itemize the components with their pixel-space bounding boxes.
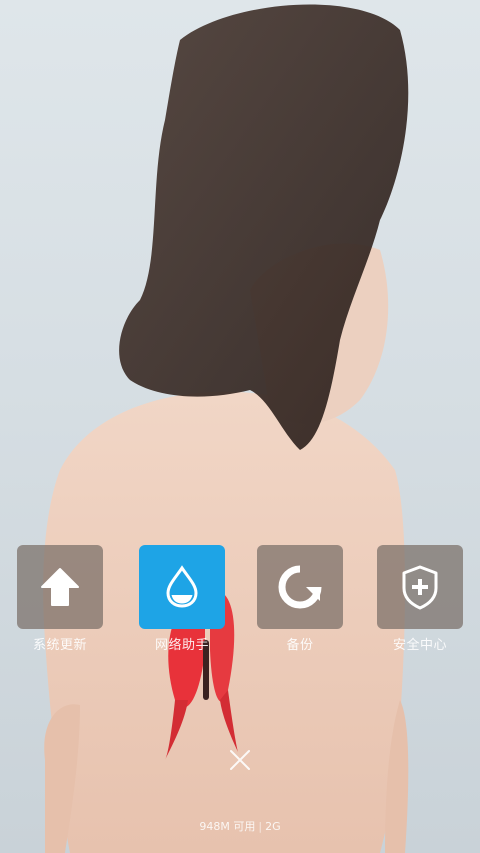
system-update-label: 系统更新 bbox=[32, 638, 87, 653]
system-update-button[interactable] bbox=[17, 545, 103, 629]
wallpaper bbox=[0, 0, 480, 853]
close-button[interactable] bbox=[226, 748, 254, 776]
security-center-label: 安全中心 bbox=[392, 638, 447, 653]
backup-button[interactable] bbox=[257, 545, 343, 629]
water-drop-icon bbox=[164, 565, 200, 609]
backup-label: 备份 bbox=[286, 638, 314, 653]
network-assistant-label: 网络助手 bbox=[154, 638, 209, 653]
network-assistant-button[interactable] bbox=[139, 545, 225, 629]
memory-separator: | bbox=[258, 820, 263, 833]
arrow-up-icon bbox=[38, 565, 82, 609]
wallpaper-photo bbox=[43, 4, 409, 853]
memory-available: 948M 可用 bbox=[199, 820, 256, 833]
security-center-button[interactable] bbox=[377, 545, 463, 629]
close-icon bbox=[229, 749, 251, 775]
shield-plus-icon bbox=[400, 564, 440, 610]
memory-total: 2G bbox=[265, 820, 281, 833]
backup-icon bbox=[276, 563, 324, 611]
memory-status: 948M 可用 | 2G bbox=[0, 818, 480, 834]
